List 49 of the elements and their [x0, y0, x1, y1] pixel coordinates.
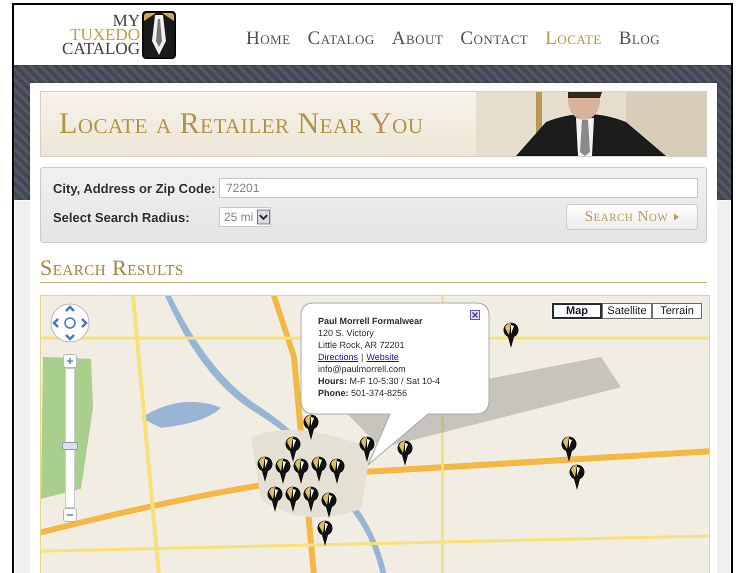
map-marker-icon[interactable] [311, 456, 327, 482]
nav-link[interactable]: Contact [460, 28, 528, 50]
pan-control-icon[interactable] [50, 303, 90, 343]
location-input[interactable]: 72201 [219, 178, 698, 198]
website-link[interactable]: Website [366, 351, 399, 363]
map-marker-icon[interactable] [285, 486, 301, 512]
location-label: City, Address or Zip Code: [53, 180, 217, 196]
tuxedo-logo-icon [142, 11, 176, 59]
nav-link[interactable]: Catalog [308, 28, 375, 50]
map-marker-icon[interactable] [303, 414, 319, 440]
map-marker-icon[interactable] [257, 456, 273, 482]
hours-text: Hours: M-F 10-5:30 / Sat 10-4 [318, 375, 442, 387]
email-text: info@paulmorrell.com [318, 363, 407, 375]
map-marker-icon[interactable] [397, 440, 413, 466]
logo-text: CATALOG [62, 42, 140, 56]
map-marker-icon[interactable] [321, 492, 337, 518]
zoom-slider-handle[interactable] [62, 442, 78, 450]
close-icon[interactable] [470, 310, 480, 320]
map-marker-icon[interactable] [503, 322, 519, 348]
logo-text: MY [112, 14, 140, 28]
radius-select[interactable]: 25 mi [219, 207, 272, 227]
map-marker-icon[interactable] [285, 436, 301, 462]
map-type-button[interactable]: Satellite [602, 303, 652, 319]
directions-link[interactable]: Directions [318, 351, 358, 363]
map-marker-icon[interactable] [569, 464, 585, 490]
address-line: Little Rock, AR 72201 [318, 339, 406, 351]
map-type-button[interactable]: Map [552, 303, 602, 319]
nav-link[interactable]: Home [246, 28, 291, 50]
nav-link[interactable]: Blog [618, 28, 660, 50]
map-marker-icon[interactable] [561, 436, 577, 462]
map-marker-icon[interactable] [293, 458, 309, 484]
map-marker-icon[interactable] [267, 486, 283, 512]
zoom-out-button[interactable]: − [63, 508, 77, 522]
radius-label: Select Search Radius: [53, 210, 191, 224]
map-type-button[interactable]: Terrain [652, 303, 702, 319]
retailer-name: Paul Morrell Formalwear [318, 315, 424, 327]
zoom-in-button[interactable]: + [63, 354, 77, 368]
logo-text: TUXEDO [70, 28, 140, 42]
map-marker-icon[interactable] [329, 458, 345, 484]
address-line: 120 S. Victory [318, 327, 375, 339]
banner-title: Locate a Retailer Near You [59, 107, 424, 141]
play-icon [674, 213, 680, 221]
map-marker-icon[interactable] [317, 520, 333, 546]
phone-text: Phone: 501-374-8256 [318, 387, 408, 399]
map-marker-icon[interactable] [275, 458, 291, 484]
link-separator: | [361, 351, 364, 363]
nav-link[interactable]: About [392, 28, 444, 50]
section-heading: Search Results [40, 255, 707, 283]
map-marker-icon[interactable] [303, 486, 319, 512]
